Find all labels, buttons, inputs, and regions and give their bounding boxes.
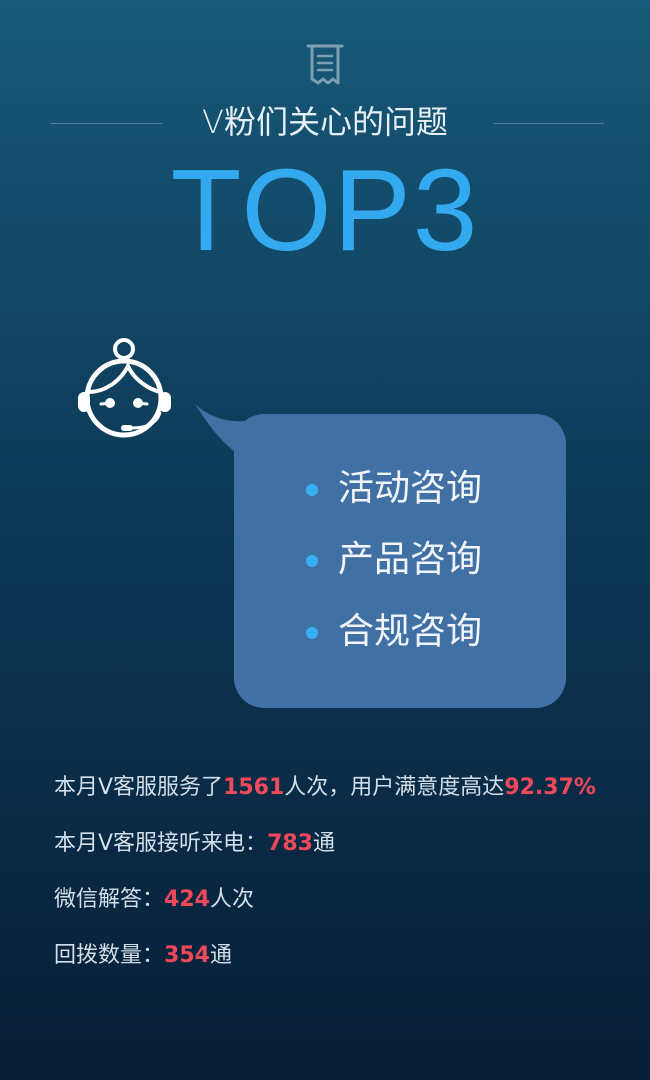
stat-value: 424 [164,887,210,912]
stat-label: 本月V客服服务了 [54,775,224,800]
stat-value: 354 [164,943,210,968]
stat-label: 本月V客服接听来电： [54,831,268,856]
list-item: 合规咨询 [306,607,550,657]
list-item-label: 产品咨询 [338,539,483,580]
stat-unit: 通 [209,943,232,968]
stat-label: 人次，用户满意度高达 [284,775,505,800]
speech-bubble: 活动咨询 产品咨询 合规咨询 [234,414,566,708]
divider-left [50,123,162,124]
bullet-icon [306,555,318,567]
stat-unit: 人次 [209,887,254,912]
divider-right [494,123,604,124]
stat-label: 微信解答： [54,887,165,912]
stat-value: 1561 [223,775,285,800]
stat-label: 回拨数量： [54,943,165,968]
document-icon [306,44,344,85]
stat-value: 783 [267,831,313,856]
list-item-label: 合规咨询 [338,611,483,652]
stat-wechat-answers: 微信解答：424人次 [54,880,254,920]
page-subtitle: V粉们关心的问题 [202,103,448,141]
stat-satisfaction-value: 92.37% [504,775,596,800]
stat-calls-answered: 本月V客服接听来电：783通 [54,824,335,864]
bullet-icon [306,484,318,496]
stat-service-count: 本月V客服服务了1561人次，用户满意度高达92.37% [54,768,596,808]
stat-unit: 通 [313,831,336,856]
bullet-icon [306,627,318,639]
stat-callbacks: 回拨数量：354通 [54,936,232,976]
customer-service-agent-icon [78,338,171,438]
page: V粉们关心的问题 TOP3 活动咨询 产品咨询 合规咨询 本月V客服服务了156… [0,0,650,1080]
page-title: TOP3 [170,145,480,275]
list-item-label: 活动咨询 [338,468,483,509]
list-item: 产品咨询 [306,535,550,585]
list-item: 活动咨询 [306,464,550,514]
